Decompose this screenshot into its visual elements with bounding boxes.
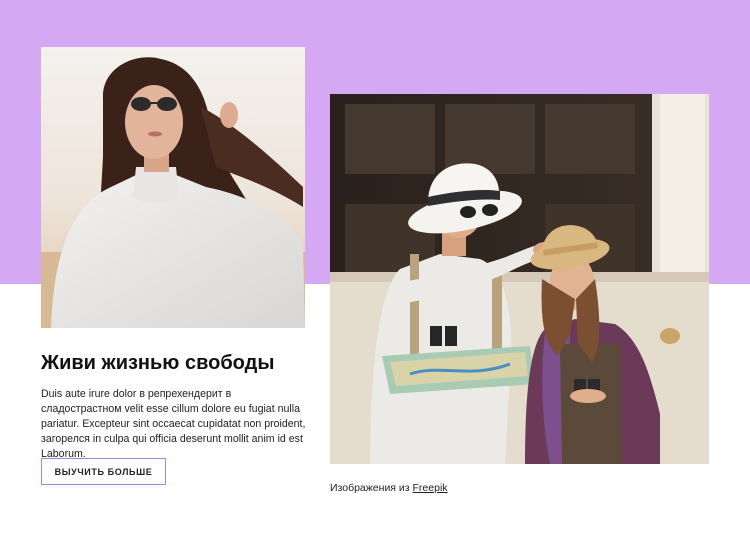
image-credit: Изображения из Freepik: [330, 482, 448, 494]
travelers-with-map-photo: [330, 94, 709, 464]
freepik-link[interactable]: Freepik: [413, 482, 448, 494]
section-body-text: Duis aute irure dolor в репрехендерит в …: [41, 388, 306, 460]
image-credit-prefix: Изображения из: [330, 482, 410, 494]
section-heading: Живи жизнью свободы: [41, 352, 275, 374]
learn-more-button[interactable]: ВЫУЧИТЬ БОЛЬШЕ: [41, 458, 166, 485]
woman-in-sunglasses-photo: [41, 47, 305, 328]
